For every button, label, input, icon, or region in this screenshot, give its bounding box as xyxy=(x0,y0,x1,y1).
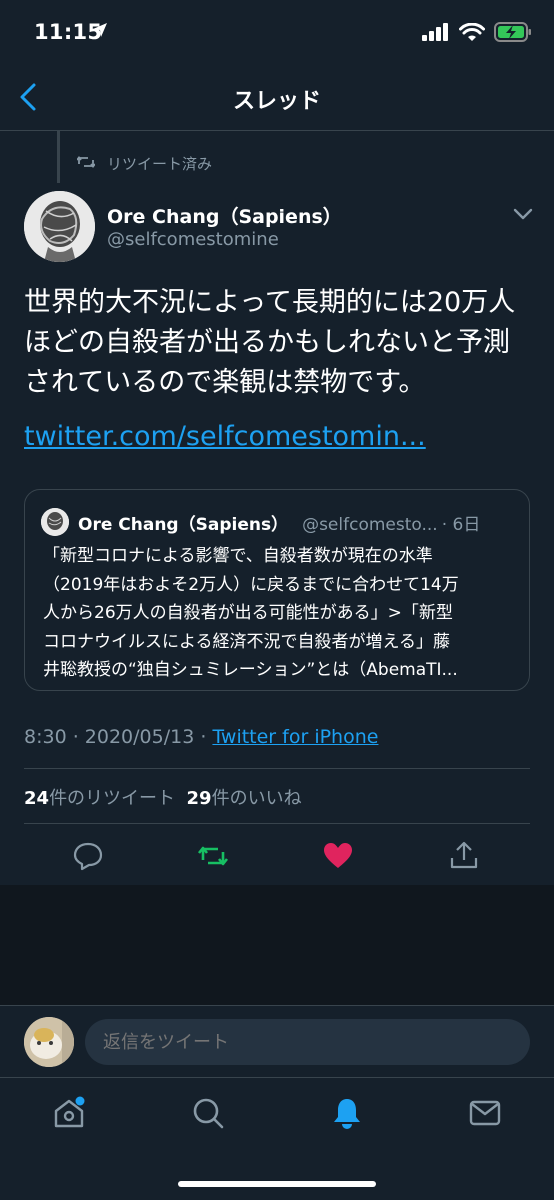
tweet-source-link[interactable]: Twitter for iPhone xyxy=(212,726,378,748)
tab-search-icon[interactable] xyxy=(191,1096,225,1130)
reply-bar xyxy=(0,1005,554,1077)
location-arrow-icon xyxy=(92,22,108,42)
wifi-icon xyxy=(459,22,485,46)
home-indicator xyxy=(178,1181,376,1187)
retweet-button-icon[interactable] xyxy=(197,840,229,872)
status-bar: 11:15 xyxy=(0,0,554,66)
tweet-date: 2020/05/13 xyxy=(84,726,195,748)
quote-text-line: コロナウイルスによる経済不況で自殺者が増える」藤 xyxy=(43,631,450,652)
page-title: スレッド xyxy=(232,89,321,114)
navigation-header: スレッド xyxy=(0,66,554,131)
tab-notifications-bell-icon[interactable] xyxy=(330,1096,364,1130)
quote-text-line: 井聡教授の“独自シュミレーション”とは（AbemaTI... xyxy=(43,660,458,680)
retweet-icon xyxy=(76,155,96,173)
quote-author-name: Ore Chang（Sapiens） xyxy=(78,515,289,535)
author-name[interactable]: Ore Chang（Sapiens） xyxy=(107,202,342,229)
quote-author-handle: @selfcomesto... xyxy=(302,515,438,535)
tab-home-icon[interactable] xyxy=(52,1096,86,1130)
author-handle[interactable]: @selfcomestomine xyxy=(107,229,279,250)
battery-charging-icon xyxy=(494,22,532,46)
reply-icon[interactable] xyxy=(72,840,104,872)
reply-input[interactable] xyxy=(85,1019,530,1065)
quote-text-line: （2019年はおよそ2万人）に戻るまでに合わせて14万 xyxy=(43,574,459,595)
quote-author-avatar xyxy=(41,508,69,536)
quote-text-line: 人から26万人の自殺者が出る可能性がある」>「新型 xyxy=(43,603,453,623)
tab-messages-mail-icon[interactable] xyxy=(468,1096,502,1130)
retweet-stat[interactable]: 24件のリツイート xyxy=(24,788,175,809)
share-icon[interactable] xyxy=(448,840,480,872)
author-avatar[interactable] xyxy=(24,191,95,262)
divider xyxy=(24,768,530,769)
quoted-tweet-card[interactable]: Ore Chang（Sapiens） @selfcomesto... · 6日 「新… xyxy=(24,489,530,691)
empty-thread-area xyxy=(0,885,554,1005)
tweet-text: 世界的大不況によって長期的には20万人ほどの自殺者が出るかもしれないと予測されて… xyxy=(24,287,516,398)
cellular-signal-icon xyxy=(422,23,450,45)
chevron-down-icon[interactable] xyxy=(512,206,534,222)
retweet-context: リツイート済み xyxy=(76,153,213,174)
quote-timestamp: · 6日 xyxy=(441,515,481,535)
like-stat[interactable]: 29件のいいね xyxy=(187,788,302,809)
quote-text-line: 「新型コロナによる影響で、自殺者数が現在の水準 xyxy=(43,546,433,566)
tweet-meta: 8:30 · 2020/05/13 · Twitter for iPhone xyxy=(24,726,379,748)
tweet-action-bar xyxy=(0,835,554,883)
user-avatar[interactable] xyxy=(24,1017,74,1067)
tweet-link[interactable]: twitter.com/selfcomestomin... xyxy=(24,421,426,452)
retweet-context-label: リツイート済み xyxy=(107,155,213,173)
tweet-stats: 24件のリツイート 29件のいいね xyxy=(24,784,302,810)
thread-line xyxy=(57,131,60,183)
quote-text: 「新型コロナによる影響で、自殺者数が現在の水準 （2019年はおよそ2万人）に戻… xyxy=(43,542,519,685)
divider xyxy=(24,823,530,824)
like-heart-icon[interactable] xyxy=(322,840,354,872)
tweet-time: 8:30 xyxy=(24,726,67,748)
